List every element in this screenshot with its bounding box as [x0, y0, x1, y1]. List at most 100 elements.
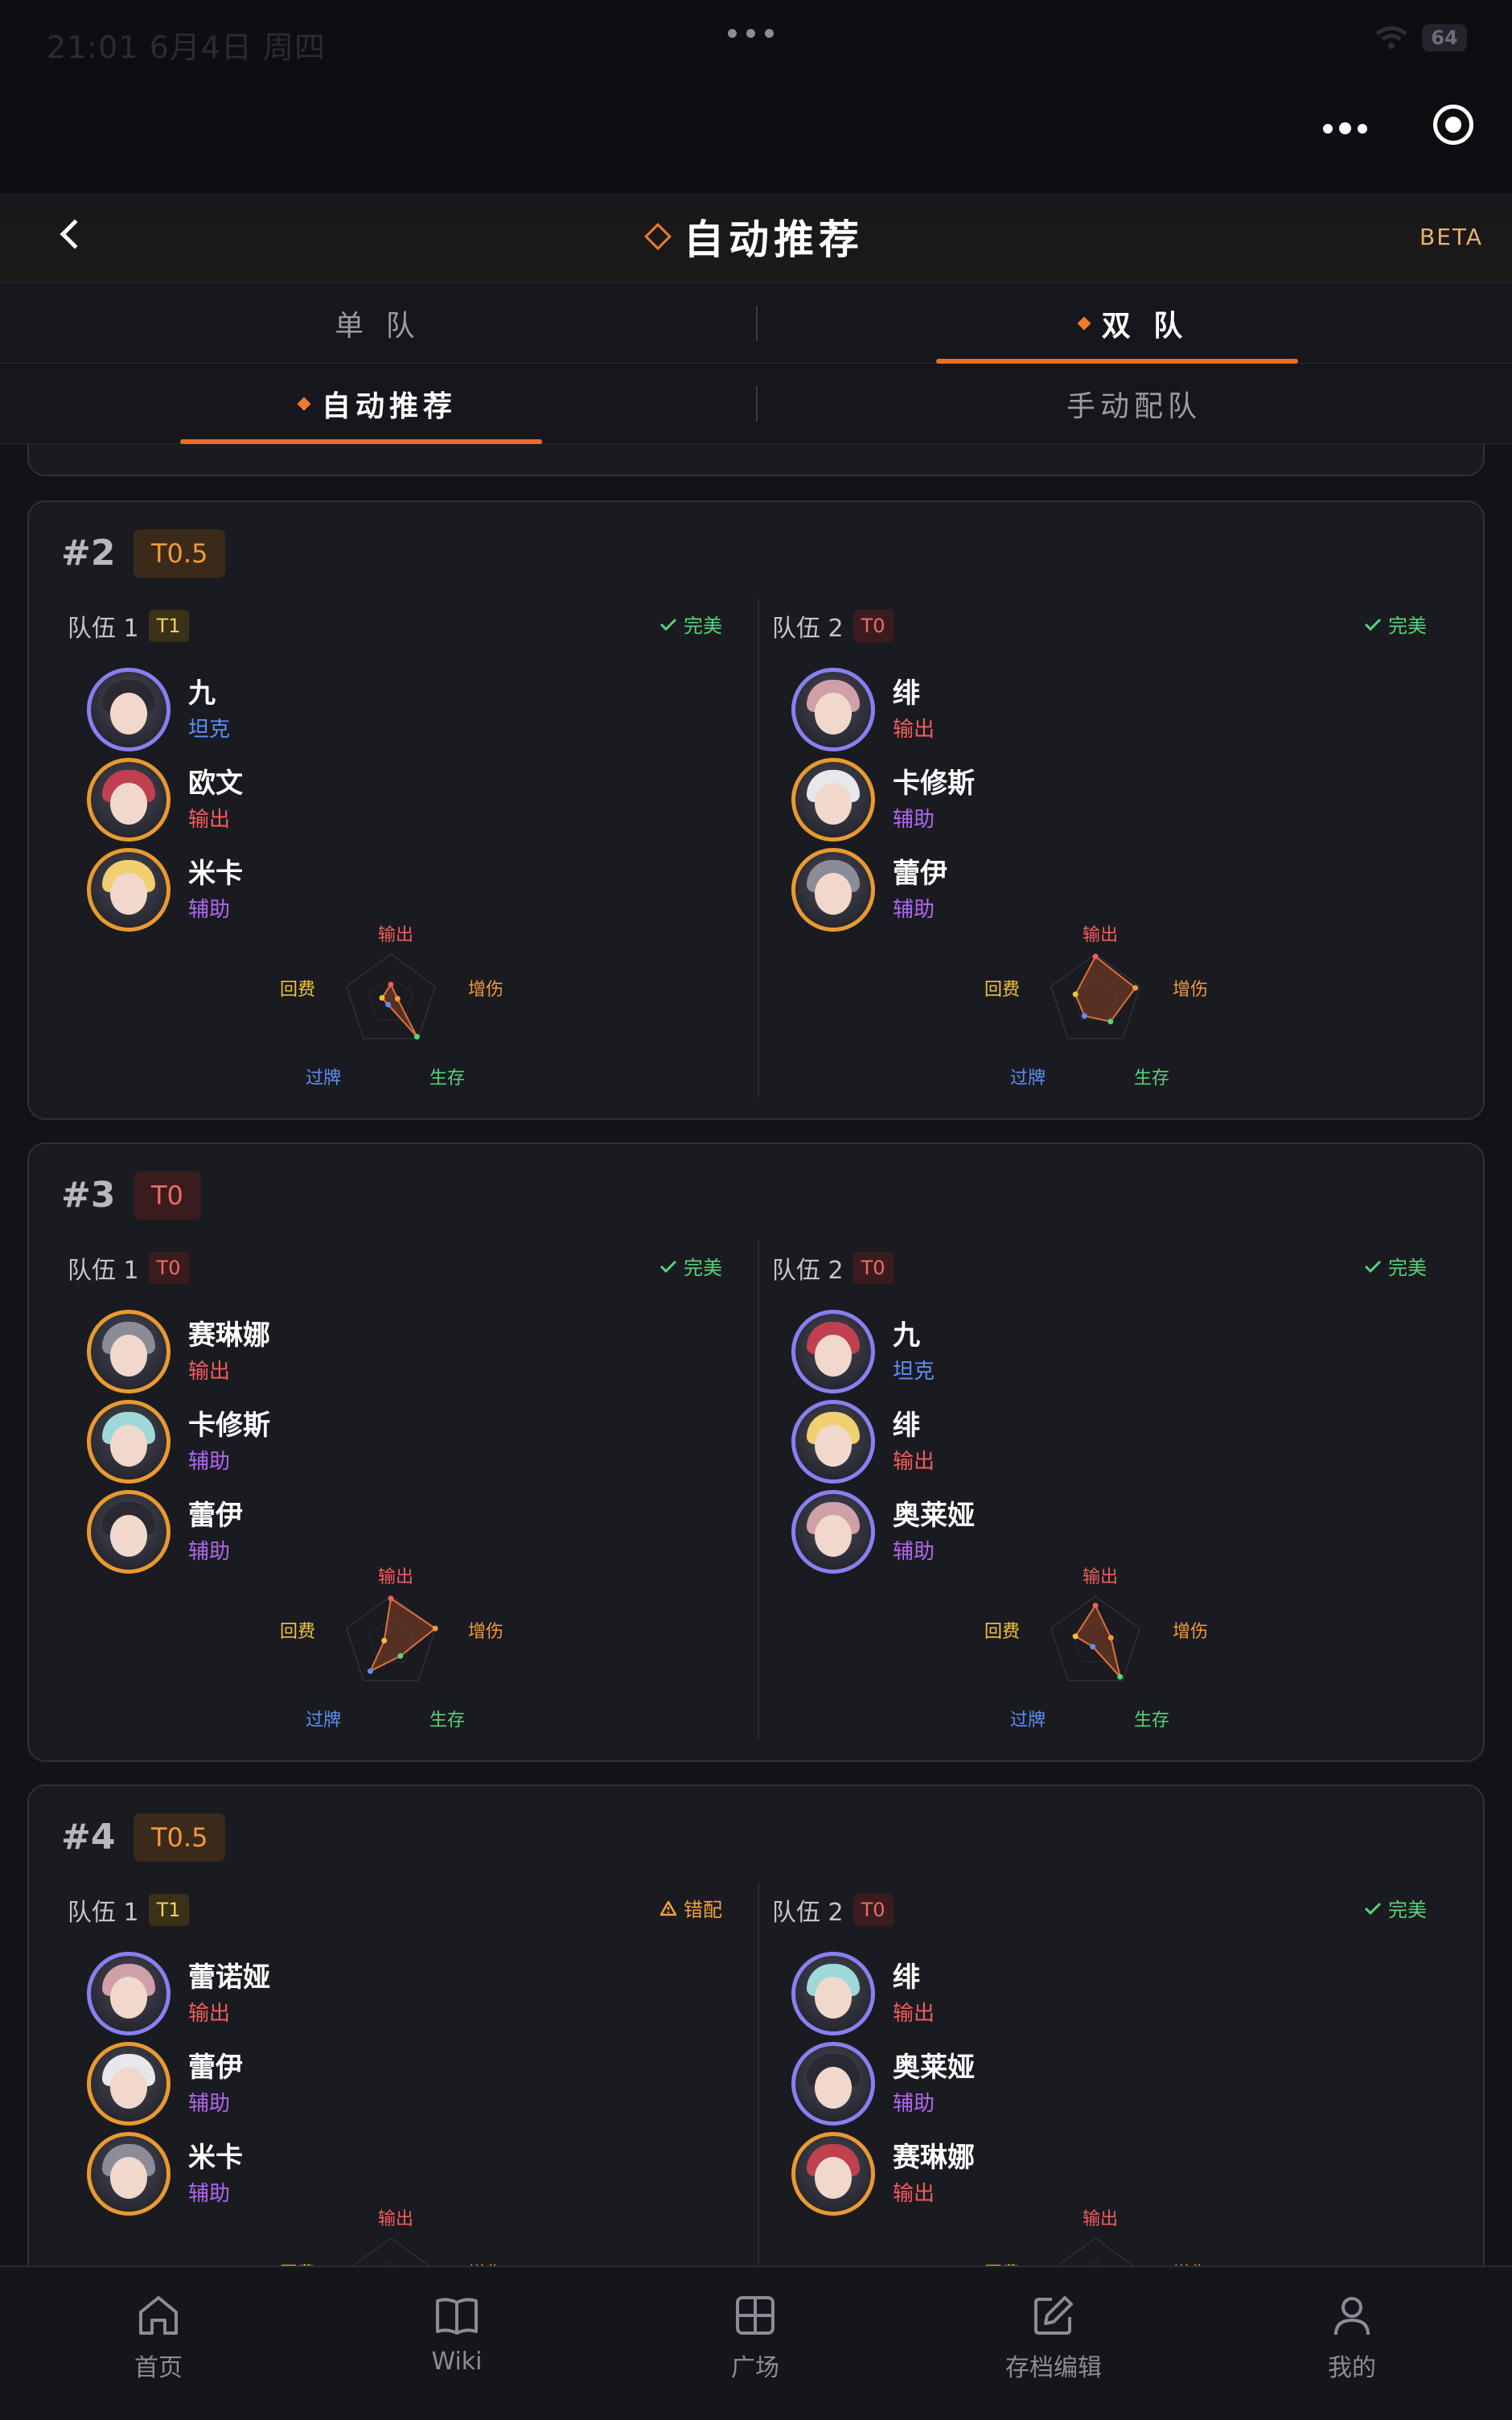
beta-badge: BETA [1420, 224, 1483, 250]
tab-auto-recommend[interactable]: 自动推荐 [0, 364, 756, 444]
team-member[interactable]: 奥莱娅 辅助 [791, 1490, 1194, 1574]
team-panel: 队伍 2 T0 完美 九 坦克 绯 输出 奥莱娅 辅助 输出 增伤 回费 过牌 … [742, 1241, 1446, 1755]
team-tier-badge: T0 [853, 1894, 894, 1926]
character-role: 辅助 [893, 808, 935, 832]
radar-point [1132, 985, 1139, 991]
team-member[interactable]: 蕾伊 辅助 [87, 2042, 489, 2126]
radar-chart [345, 953, 437, 1040]
team-panel: 队伍 1 T1 完美 九 坦克 欧文 输出 米卡 辅助 输出 增伤 回费 过牌 … [37, 599, 742, 1113]
team-member[interactable]: 绯 输出 [791, 668, 1194, 751]
previous-card-edge [27, 444, 1485, 476]
radar-label-buff: 增伤 [468, 980, 504, 1000]
character-avatar[interactable] [87, 2132, 171, 2216]
team-panel: 队伍 2 T0 完美 绯 输出 卡修斯 辅助 蕾伊 辅助 输出 增伤 回费 过牌… [742, 599, 1446, 1113]
nav-wiki[interactable]: Wiki [376, 2291, 537, 2376]
team-member[interactable]: 九 坦克 [791, 1310, 1194, 1393]
book-icon [436, 2298, 478, 2335]
character-avatar[interactable] [791, 2132, 875, 2216]
team-member[interactable]: 蕾伊 辅助 [791, 848, 1194, 932]
character-role: 坦克 [188, 718, 231, 742]
character-avatar[interactable] [87, 848, 171, 932]
character-name: 赛琳娜 [188, 1319, 270, 1352]
radar: 输出 增伤 回费 过牌 生存 [280, 920, 503, 1097]
more-menu-icon[interactable] [1323, 122, 1367, 134]
team-member[interactable]: 奥莱娅 辅助 [791, 2042, 1194, 2126]
team-member[interactable]: 九 坦克 [87, 668, 489, 751]
team-mode-tabs: 单 队 双 队 [0, 283, 1512, 364]
team-member[interactable]: 卡修斯 辅助 [791, 758, 1194, 842]
team-member[interactable]: 绯 输出 [791, 1400, 1194, 1484]
radar-chart [1050, 953, 1141, 1039]
multitask-dots[interactable] [728, 29, 774, 38]
nav-home[interactable]: 首页 [78, 2291, 239, 2383]
character-avatar[interactable] [791, 758, 875, 842]
status-bar: 21:01 6月4日 周四 64 [0, 0, 1512, 80]
radar-point [1107, 1635, 1114, 1641]
recommend-mode-tabs: 自动推荐 手动配队 [0, 364, 1512, 444]
tab-single-team[interactable]: 单 队 [0, 283, 756, 364]
character-role: 辅助 [188, 2182, 231, 2206]
character-avatar[interactable] [87, 2042, 171, 2126]
tab-double-team[interactable]: 双 队 [756, 283, 1512, 364]
nav-square[interactable]: 广场 [675, 2291, 836, 2383]
team-member[interactable]: 绯 输出 [791, 1952, 1194, 2035]
character-role: 辅助 [188, 2092, 231, 2116]
character-avatar[interactable] [87, 758, 171, 842]
character-avatar[interactable] [87, 1310, 171, 1393]
team-recommendation-card[interactable]: #3 T0 队伍 1 T0 完美 赛琳娜 输出 卡修斯 辅助 蕾伊 辅助 输出 [27, 1142, 1485, 1762]
rank-number: #3 [61, 1175, 116, 1216]
team-recommendation-card[interactable]: #2 T0.5 队伍 1 T1 完美 九 坦克 欧文 输出 米卡 辅助 输出 增… [27, 500, 1485, 1120]
character-avatar[interactable] [791, 848, 875, 932]
character-avatar[interactable] [791, 2042, 875, 2126]
team-member[interactable]: 赛琳娜 输出 [791, 2132, 1194, 2216]
character-role: 输出 [893, 2002, 935, 2026]
character-avatar[interactable] [791, 1490, 875, 1574]
team-member[interactable]: 卡修斯 辅助 [87, 1400, 489, 1484]
character-avatar[interactable] [87, 668, 171, 751]
rank-number: #4 [61, 1817, 116, 1858]
radar-chart [345, 1595, 438, 1681]
team-label: 队伍 2 [772, 1899, 844, 1927]
character-name: 绯 [893, 1410, 920, 1442]
team-tier-badge: T0 [853, 610, 894, 642]
character-avatar[interactable] [87, 1952, 171, 2035]
tab-manual-team[interactable]: 手动配队 [756, 364, 1512, 444]
team-member[interactable]: 米卡 辅助 [87, 2132, 489, 2216]
team-member[interactable]: 米卡 辅助 [87, 848, 489, 932]
character-avatar[interactable] [87, 1400, 171, 1484]
close-miniprogram-icon[interactable] [1433, 105, 1473, 145]
check-icon [1364, 1260, 1382, 1273]
team-member[interactable]: 蕾诺娅 输出 [87, 1952, 489, 2035]
character-name: 米卡 [188, 858, 243, 890]
character-name: 九 [188, 677, 216, 710]
character-avatar[interactable] [791, 1310, 875, 1393]
radar-point [413, 1034, 420, 1040]
status-time: 21:01 6月4日 周四 [47, 30, 327, 65]
character-name: 奥莱娅 [893, 1500, 975, 1532]
radar-point [1107, 1019, 1114, 1025]
team-tier-badge: T1 [148, 610, 189, 642]
radar-label-survive: 生存 [1134, 1068, 1170, 1089]
character-avatar[interactable] [791, 668, 875, 751]
team-member[interactable]: 赛琳娜 输出 [87, 1310, 489, 1393]
nav-profile[interactable]: 我的 [1272, 2291, 1432, 2383]
character-name: 九 [893, 1319, 920, 1352]
character-avatar[interactable] [87, 1490, 171, 1574]
character-name: 蕾诺娅 [188, 1961, 270, 1994]
character-role: 输出 [188, 1360, 231, 1384]
radar-label-survive: 生存 [1134, 1710, 1170, 1731]
character-avatar[interactable] [791, 1400, 875, 1484]
character-role: 输出 [893, 718, 935, 742]
nav-save-editor[interactable]: 存档编辑 [973, 2291, 1134, 2383]
rank-number: #2 [61, 533, 116, 574]
edit-icon [1034, 2296, 1073, 2335]
team-tier-badge: T1 [148, 1894, 189, 1926]
character-avatar[interactable] [791, 1952, 875, 2035]
radar-label-draw: 过牌 [306, 1068, 342, 1089]
character-name: 蕾伊 [188, 2052, 243, 2084]
team-member[interactable]: 欧文 输出 [87, 758, 489, 842]
team-member[interactable]: 蕾伊 辅助 [87, 1490, 489, 1574]
radar-point [388, 982, 394, 988]
radar-point [432, 1625, 438, 1632]
grid-icon [736, 2296, 774, 2335]
